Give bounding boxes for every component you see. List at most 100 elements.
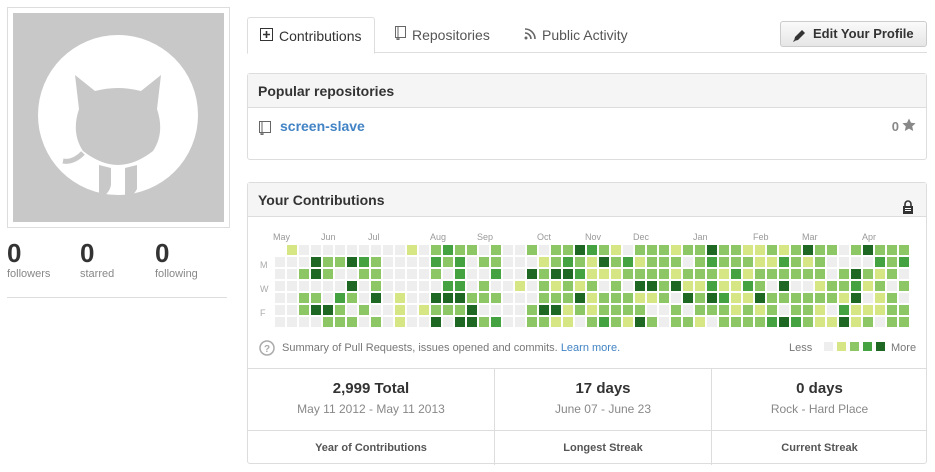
- contribution-day[interactable]: [407, 293, 417, 303]
- contribution-day[interactable]: [575, 257, 585, 267]
- contribution-day[interactable]: [731, 281, 741, 291]
- contribution-day[interactable]: [707, 281, 717, 291]
- contribution-day[interactable]: [419, 257, 429, 267]
- contribution-day[interactable]: [743, 317, 753, 327]
- learn-more-link[interactable]: Learn more.: [561, 342, 620, 354]
- contribution-day[interactable]: [743, 293, 753, 303]
- following-stat[interactable]: 0 following: [155, 238, 198, 280]
- contribution-day[interactable]: [539, 281, 549, 291]
- contribution-day[interactable]: [863, 281, 873, 291]
- contribution-day[interactable]: [527, 305, 537, 315]
- contribution-day[interactable]: [371, 257, 381, 267]
- contribution-day[interactable]: [707, 317, 717, 327]
- contribution-day[interactable]: [359, 257, 369, 267]
- contribution-day[interactable]: [875, 293, 885, 303]
- contribution-day[interactable]: [455, 317, 465, 327]
- contribution-day[interactable]: [743, 269, 753, 279]
- contribution-day[interactable]: [815, 317, 825, 327]
- contribution-day[interactable]: [455, 305, 465, 315]
- contribution-day[interactable]: [647, 269, 657, 279]
- contribution-day[interactable]: [467, 317, 477, 327]
- contribution-day[interactable]: [311, 281, 321, 291]
- contribution-day[interactable]: [383, 305, 393, 315]
- contribution-day[interactable]: [431, 293, 441, 303]
- contribution-day[interactable]: [491, 293, 501, 303]
- contribution-day[interactable]: [431, 257, 441, 267]
- contribution-day[interactable]: [791, 257, 801, 267]
- contribution-day[interactable]: [599, 317, 609, 327]
- contribution-day[interactable]: [623, 245, 633, 255]
- contribution-day[interactable]: [347, 317, 357, 327]
- contribution-day[interactable]: [635, 281, 645, 291]
- contribution-day[interactable]: [851, 317, 861, 327]
- contribution-day[interactable]: [827, 281, 837, 291]
- contribution-day[interactable]: [587, 305, 597, 315]
- contribution-day[interactable]: [527, 293, 537, 303]
- contribution-day[interactable]: [815, 257, 825, 267]
- contribution-day[interactable]: [407, 317, 417, 327]
- contribution-day[interactable]: [359, 293, 369, 303]
- contribution-day[interactable]: [899, 245, 909, 255]
- contribution-day[interactable]: [575, 281, 585, 291]
- contribution-day[interactable]: [791, 281, 801, 291]
- contribution-day[interactable]: [671, 281, 681, 291]
- contribution-day[interactable]: [839, 305, 849, 315]
- contribution-day[interactable]: [311, 269, 321, 279]
- contribution-day[interactable]: [731, 269, 741, 279]
- tab-public-activity[interactable]: Public Activity: [512, 17, 640, 53]
- contribution-day[interactable]: [755, 281, 765, 291]
- contribution-day[interactable]: [743, 281, 753, 291]
- contribution-day[interactable]: [887, 293, 897, 303]
- contribution-day[interactable]: [275, 257, 285, 267]
- contribution-day[interactable]: [287, 317, 297, 327]
- contribution-day[interactable]: [707, 269, 717, 279]
- contribution-day[interactable]: [419, 305, 429, 315]
- contribution-day[interactable]: [539, 245, 549, 255]
- contribution-day[interactable]: [395, 269, 405, 279]
- contribution-day[interactable]: [839, 281, 849, 291]
- contribution-day[interactable]: [695, 269, 705, 279]
- contribution-day[interactable]: [863, 245, 873, 255]
- contribution-day[interactable]: [299, 293, 309, 303]
- contribution-day[interactable]: [767, 257, 777, 267]
- contribution-day[interactable]: [887, 245, 897, 255]
- contribution-day[interactable]: [887, 317, 897, 327]
- contribution-day[interactable]: [623, 293, 633, 303]
- contribution-day[interactable]: [779, 281, 789, 291]
- contribution-day[interactable]: [467, 281, 477, 291]
- contribution-day[interactable]: [395, 257, 405, 267]
- contribution-day[interactable]: [323, 281, 333, 291]
- contribution-day[interactable]: [647, 317, 657, 327]
- contribution-day[interactable]: [287, 305, 297, 315]
- contribution-day[interactable]: [899, 257, 909, 267]
- contribution-day[interactable]: [683, 293, 693, 303]
- contribution-day[interactable]: [503, 269, 513, 279]
- contribution-day[interactable]: [839, 245, 849, 255]
- contribution-day[interactable]: [851, 257, 861, 267]
- contribution-day[interactable]: [611, 245, 621, 255]
- contribution-day[interactable]: [527, 245, 537, 255]
- contribution-day[interactable]: [611, 293, 621, 303]
- contribution-day[interactable]: [335, 305, 345, 315]
- contribution-day[interactable]: [563, 305, 573, 315]
- contribution-day[interactable]: [383, 281, 393, 291]
- contribution-day[interactable]: [827, 257, 837, 267]
- contribution-day[interactable]: [383, 269, 393, 279]
- followers-stat[interactable]: 0 followers: [7, 238, 50, 280]
- contribution-day[interactable]: [827, 305, 837, 315]
- contribution-day[interactable]: [791, 293, 801, 303]
- contribution-day[interactable]: [455, 293, 465, 303]
- contribution-day[interactable]: [515, 317, 525, 327]
- contribution-day[interactable]: [419, 245, 429, 255]
- contribution-day[interactable]: [323, 245, 333, 255]
- contribution-day[interactable]: [383, 245, 393, 255]
- contribution-day[interactable]: [347, 257, 357, 267]
- contribution-day[interactable]: [815, 269, 825, 279]
- contribution-day[interactable]: [767, 281, 777, 291]
- contribution-day[interactable]: [335, 281, 345, 291]
- contribution-day[interactable]: [887, 257, 897, 267]
- contribution-day[interactable]: [815, 245, 825, 255]
- contribution-day[interactable]: [851, 245, 861, 255]
- contribution-day[interactable]: [551, 293, 561, 303]
- contribution-day[interactable]: [323, 317, 333, 327]
